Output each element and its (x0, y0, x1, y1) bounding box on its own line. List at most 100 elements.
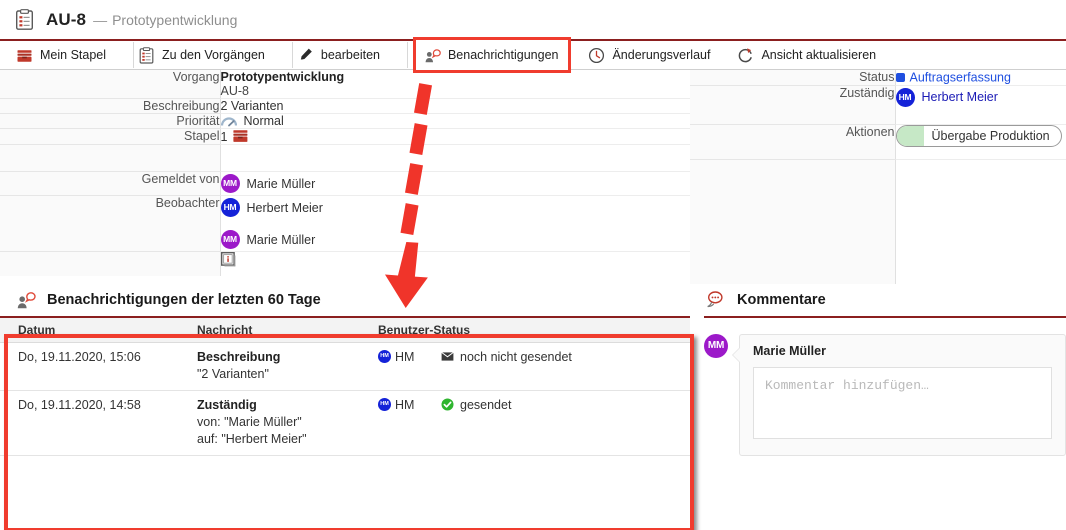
detail-fields-left: Vorgang Prototypentwicklung AU-8 Beschre… (0, 70, 690, 276)
bottom-panels: Benachrichtigungen der letzten 60 Tage D… (0, 284, 1066, 456)
field-label-vorgang: Vorgang (0, 70, 221, 99)
table-header-row: Datum Nachricht Benutzer-Status (0, 317, 690, 343)
stack-box-icon (17, 49, 32, 62)
comment-composer: MM Marie Müller (704, 318, 1066, 456)
field-value-vorgang: Prototypentwicklung AU-8 (220, 70, 690, 99)
message-line-to: auf: "Herbert Meier" (197, 431, 307, 446)
detail-pane-left: Vorgang Prototypentwicklung AU-8 Beschre… (0, 70, 690, 284)
notification-recipient[interactable]: HM HM (378, 398, 434, 412)
toolbar-label: bearbeiten (320, 48, 380, 62)
toolbar-item-mein-stapel[interactable]: Mein Stapel (16, 41, 119, 69)
notifications-panel-header: Benachrichtigungen der letzten 60 Tage (0, 284, 690, 318)
field-value-zustaendig: HM Herbert Meier (895, 85, 1066, 125)
toolbar-item-ansicht-aktualisieren[interactable]: Ansicht aktualisieren (737, 41, 889, 69)
action-button-uebergabe-produktion[interactable]: Übergabe Produktion (895, 124, 1062, 147)
field-row-stapel: Stapel 1 (0, 128, 690, 145)
field-label-status: Status (690, 70, 896, 86)
recipient-label: HM (395, 349, 415, 364)
comments-title: Kommentare (737, 291, 826, 308)
notification-recipient[interactable]: HM HM (378, 350, 434, 364)
envelope-icon (441, 352, 454, 361)
toolbar-label: Zu den Vorgängen (162, 48, 265, 62)
vorgang-key: AU-8 (220, 84, 249, 98)
person-zustaendig[interactable]: HM Herbert Meier (895, 87, 1066, 108)
notifications-title: Benachrichtigungen der letzten 60 Tage (47, 291, 321, 308)
status-badge[interactable]: Auftragserfassung (910, 71, 1011, 85)
page-title-name: Prototypentwicklung (112, 11, 238, 28)
field-label-gemeldet-von: Gemeldet von (0, 171, 221, 196)
state-label: noch nicht gesendet (460, 349, 572, 364)
toolbar-label: Mein Stapel (40, 48, 107, 62)
state-label: gesendet (460, 397, 512, 412)
table-row[interactable]: Do, 19.11.2020, 14:58 Zuständig von: "Ma… (0, 390, 690, 456)
cell-nachricht: Beschreibung "2 Varianten" (197, 342, 378, 391)
field-row-info (0, 251, 690, 276)
field-row-beschreibung: Beschreibung 2 Varianten (0, 98, 690, 114)
clipboard-icon (16, 9, 33, 30)
cell-benutzer-status: HM HM gesendet (378, 390, 690, 456)
field-label-beobachter: Beobachter (0, 195, 221, 252)
notification-state: noch nicht gesendet (441, 350, 572, 364)
detail-fields-right: Status Auftragserfassung Zuständig HM He… (690, 70, 1066, 284)
person-name: Marie Müller (246, 232, 316, 247)
stapel-count: 1 (220, 129, 228, 144)
column-header-benutzer-status: Benutzer-Status (378, 317, 690, 343)
comment-author-name: Marie Müller (753, 343, 826, 358)
person-gemeldet-von[interactable]: MM Marie Müller (220, 173, 691, 194)
cell-datum: Do, 19.11.2020, 14:58 (0, 390, 197, 456)
vorgang-title: Prototypentwicklung (220, 70, 345, 84)
field-spacer-value (895, 159, 1066, 284)
message-title: Beschreibung (197, 349, 281, 364)
toolbar-item-aenderungsverlauf[interactable]: Änderungsverlauf (588, 41, 723, 69)
clipboard-icon (139, 46, 154, 64)
field-row-status: Status Auftragserfassung (690, 70, 1066, 86)
field-row-beobachter: Beobachter HM Herbert Meier MM Marie Mül… (0, 195, 691, 252)
toolbar-item-benachrichtigungen[interactable]: Benachrichtigungen (412, 37, 572, 73)
avatar: HM (378, 398, 391, 412)
recipient-label: HM (395, 397, 415, 412)
table-row[interactable]: Do, 19.11.2020, 15:06 Beschreibung "2 Va… (0, 342, 690, 391)
cell-benutzer-status: HM HM noch nicht gesendet (378, 342, 690, 391)
field-value-prioritaet: Normal (220, 113, 690, 129)
message-line-from: von: "Marie Müller" (197, 414, 302, 429)
field-value-beobachter: HM Herbert Meier MM Marie Müller (220, 195, 691, 252)
clock-icon (589, 47, 605, 63)
field-value-gemeldet-von: MM Marie Müller (220, 171, 691, 196)
notifications-panel: Benachrichtigungen der letzten 60 Tage D… (0, 284, 690, 456)
pencil-icon (300, 48, 312, 60)
field-label-beschreibung: Beschreibung (0, 98, 221, 114)
field-value-stapel: 1 (220, 128, 690, 145)
detail-panes: Vorgang Prototypentwicklung AU-8 Beschre… (0, 70, 1066, 284)
field-label-stapel: Stapel (0, 128, 221, 145)
cell-datum: Do, 19.11.2020, 15:06 (0, 342, 197, 391)
person-beobachter-2[interactable]: MM Marie Müller (220, 229, 691, 250)
field-row-gemeldet-von: Gemeldet von MM Marie Müller (0, 171, 691, 196)
comment-input[interactable] (753, 366, 1052, 439)
comments-panel: Kommentare MM Marie Müller (690, 284, 1066, 456)
toolbar-label: Ansicht aktualisieren (761, 48, 877, 62)
toolbar-item-bearbeiten[interactable]: bearbeiten (297, 41, 393, 69)
avatar: HM (220, 198, 240, 217)
person-beobachter-1[interactable]: HM Herbert Meier (220, 197, 691, 218)
avatar: MM (220, 174, 240, 193)
notification-icon (425, 48, 441, 62)
field-row-zustaendig: Zuständig HM Herbert Meier (690, 85, 1066, 125)
toolbar-label: Benachrichtigungen (447, 48, 559, 62)
toolbar-divider (291, 42, 293, 68)
field-spacer-value (220, 144, 690, 172)
status-color-swatch (895, 73, 905, 83)
toolbar-item-zu-den-vorgaengen[interactable]: Zu den Vorgängen (138, 41, 278, 69)
field-label-aktionen: Aktionen (690, 124, 896, 160)
info-icon[interactable] (220, 251, 236, 267)
field-label-zustaendig: Zuständig (690, 85, 896, 125)
toolbar-divider (133, 42, 135, 68)
cell-nachricht: Zuständig von: "Marie Müller" auf: "Herb… (197, 390, 378, 456)
action-accent-bar (896, 125, 924, 146)
detail-pane-right: Status Auftragserfassung Zuständig HM He… (690, 70, 1066, 284)
field-value-beschreibung: 2 Varianten (220, 98, 690, 114)
column-header-nachricht: Nachricht (197, 317, 378, 343)
notification-person-icon (17, 291, 36, 308)
toolbar-label: Änderungsverlauf (612, 48, 711, 62)
refresh-icon (739, 47, 753, 62)
check-circle-icon (441, 398, 454, 411)
